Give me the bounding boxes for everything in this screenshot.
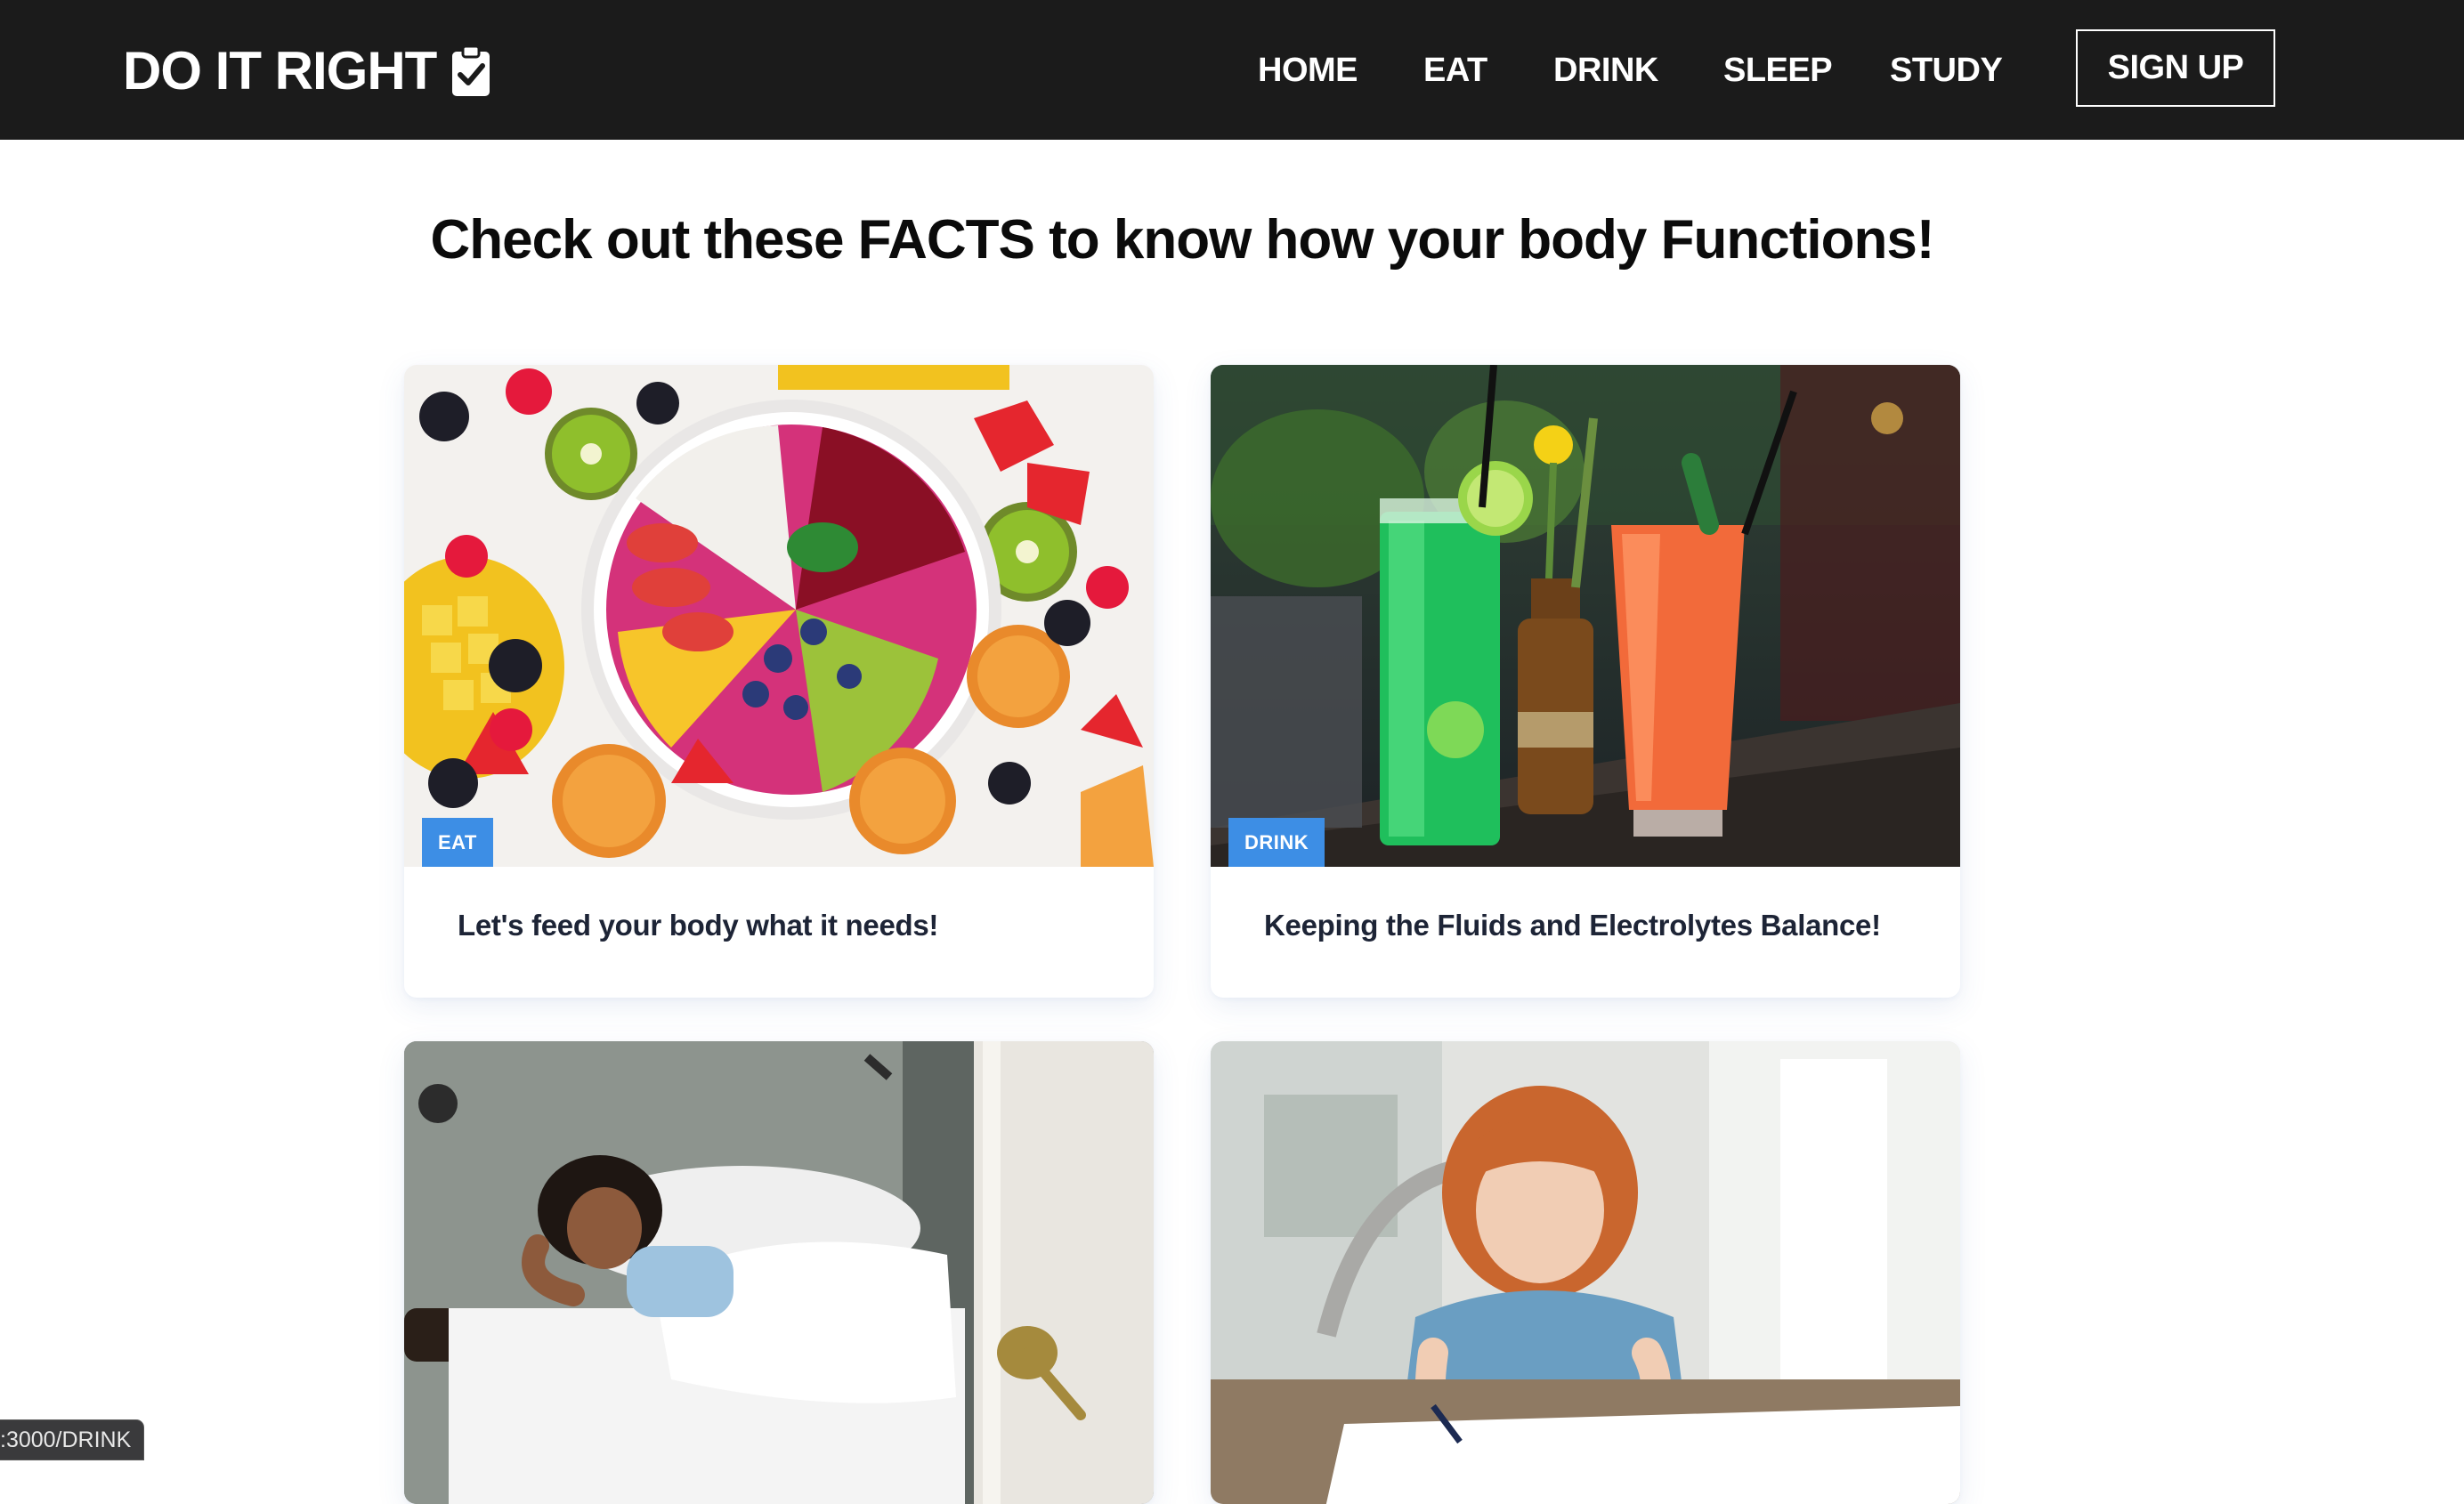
nav-sleep[interactable]: SLEEP: [1723, 49, 1833, 92]
browser-status-url: :3000/DRINK: [0, 1420, 144, 1460]
drinks-image: [1211, 365, 1960, 867]
brand-logo[interactable]: DO IT RIGHT: [123, 36, 491, 107]
nav-home[interactable]: HOME: [1258, 49, 1358, 92]
card-eat[interactable]: EAT Let's feed your body what it needs!: [404, 365, 1154, 998]
nav-drink[interactable]: DRINK: [1553, 49, 1658, 92]
nav-study[interactable]: STUDY: [1890, 49, 2003, 92]
studying-girl-image: [1211, 1041, 1960, 1504]
card-title[interactable]: Let's feed your body what it needs!: [458, 904, 938, 947]
signup-button[interactable]: SIGN UP: [2076, 29, 2275, 107]
card-drink[interactable]: DRINK Keeping the Fluids and Electrolyte…: [1211, 365, 1960, 998]
sleeping-woman-image: [404, 1041, 1154, 1504]
clipboard-check-icon: [450, 44, 491, 98]
fruit-bowl-image: [404, 365, 1154, 867]
card-title[interactable]: Keeping the Fluids and Electrolytes Bala…: [1264, 904, 1881, 947]
nav-eat[interactable]: EAT: [1423, 49, 1487, 92]
category-tag[interactable]: DRINK: [1228, 818, 1325, 867]
navbar: DO IT RIGHT HOME EAT DRINK SLEEP STUDY S…: [0, 0, 2464, 140]
card-sleep[interactable]: [404, 1041, 1154, 1504]
page-title: Check out these FACTS to know how your b…: [430, 209, 1935, 271]
category-tag[interactable]: EAT: [422, 818, 493, 867]
brand-name: DO IT RIGHT: [123, 41, 437, 101]
card-study[interactable]: [1211, 1041, 1960, 1504]
